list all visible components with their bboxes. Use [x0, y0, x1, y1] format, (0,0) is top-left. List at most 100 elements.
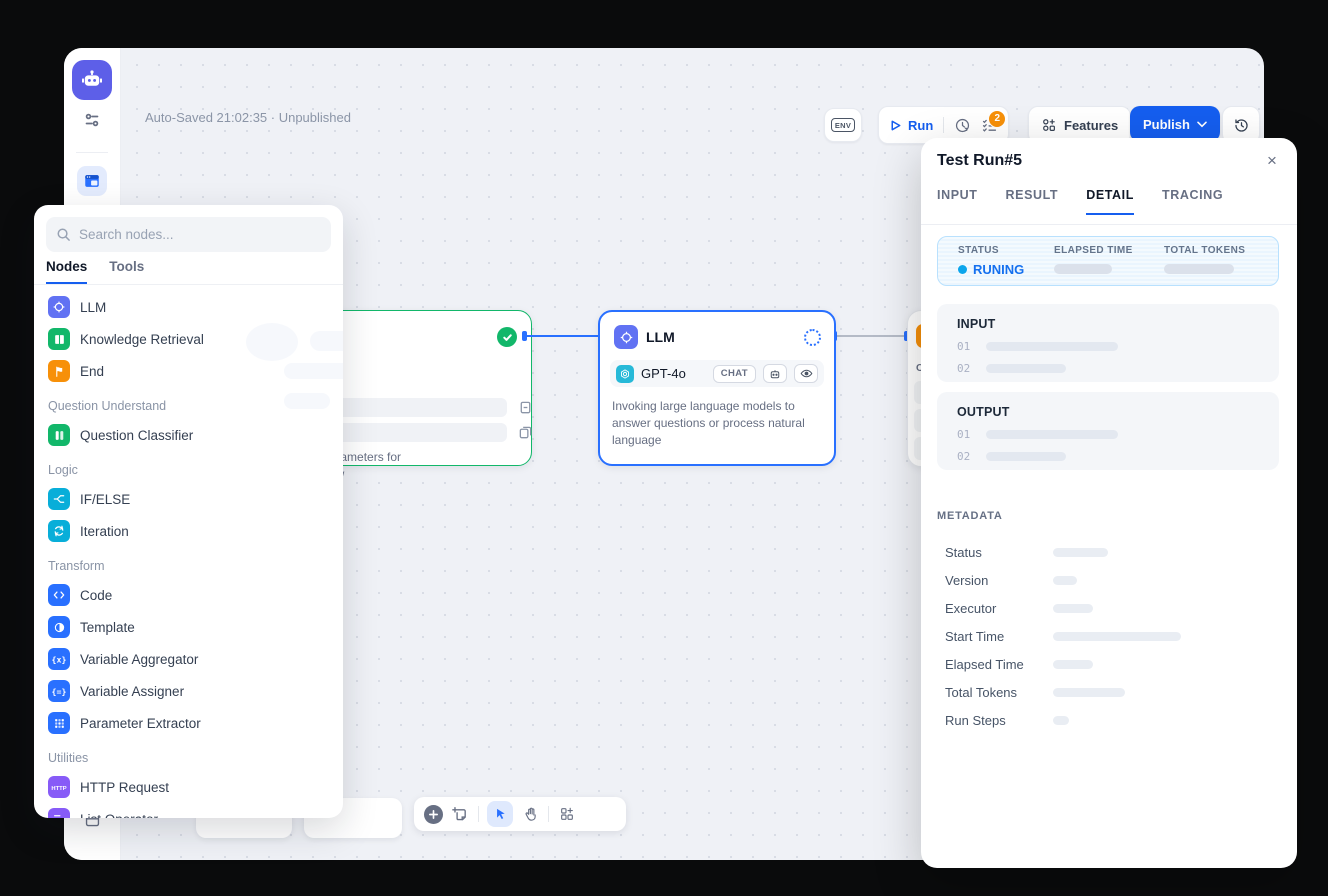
- search-input[interactable]: Search nodes...: [46, 217, 331, 252]
- node-item-label: Code: [80, 588, 112, 603]
- add-note-button[interactable]: [451, 805, 470, 824]
- run-tabs-divider: [921, 224, 1297, 225]
- node-item-list-operator[interactable]: List Operator: [46, 803, 331, 818]
- input-title: INPUT: [957, 317, 1259, 331]
- publish-button[interactable]: Publish: [1130, 106, 1220, 142]
- node-item-label: Question Classifier: [80, 428, 193, 443]
- status-label: STATUS: [958, 245, 1054, 256]
- metadata-label: Run Steps: [945, 713, 1053, 728]
- file-icon: [518, 400, 533, 415]
- features-label: Features: [1064, 118, 1118, 133]
- metadata-skeleton: [1053, 688, 1125, 697]
- tab-tools[interactable]: Tools: [109, 259, 144, 284]
- status-value: RUNING: [958, 262, 1054, 277]
- metadata-title: METADATA: [937, 510, 1003, 522]
- llm-icon: [48, 296, 70, 318]
- llm-node[interactable]: LLM GPT-4o CHAT Invoking large language …: [598, 310, 836, 466]
- braces-eq-icon: {=}: [48, 680, 70, 702]
- node-item-code[interactable]: Code: [46, 579, 331, 611]
- files-icon: [518, 425, 533, 440]
- node-item-template[interactable]: Template: [46, 611, 331, 643]
- hand-tool-button[interactable]: [521, 805, 540, 824]
- node-item-iteration[interactable]: Iteration: [46, 515, 331, 547]
- elapsed-time-skeleton: [1054, 264, 1112, 274]
- notification-badge: 2: [988, 110, 1006, 128]
- node-item-parameter-extractor[interactable]: Parameter Extractor: [46, 707, 331, 739]
- add-node-button[interactable]: [424, 805, 443, 824]
- env-button[interactable]: ENV: [824, 108, 862, 142]
- env-icon: ENV: [831, 118, 854, 132]
- braces-x-icon: {x}: [48, 648, 70, 670]
- model-name: GPT-4o: [641, 366, 706, 381]
- metadata-row: Version: [945, 566, 1273, 594]
- node-item-end[interactable]: End: [46, 355, 331, 387]
- node-item-if-else[interactable]: IF/ELSE: [46, 483, 331, 515]
- node-item-knowledge-retrieval[interactable]: Knowledge Retrieval: [46, 323, 331, 355]
- metadata-label: Status: [945, 545, 1053, 560]
- metadata-label: Elapsed Time: [945, 657, 1053, 672]
- sidebar-divider: [76, 152, 108, 153]
- edge-llm-end: [834, 335, 907, 337]
- node-item-variable-assigner[interactable]: {=}Variable Assigner: [46, 675, 331, 707]
- run-tab-detail[interactable]: DETAIL: [1086, 188, 1134, 215]
- input-card: INPUT 01 02: [937, 304, 1279, 382]
- run-panel-tabs: INPUT RESULT DETAIL TRACING: [937, 188, 1223, 215]
- node-item-question-classifier[interactable]: Question Classifier: [46, 419, 331, 451]
- chat-mode-badge: CHAT: [713, 365, 756, 383]
- node-item-http-request[interactable]: HTTPHTTP Request: [46, 771, 331, 803]
- template-icon: [48, 616, 70, 638]
- group-title: Utilities: [48, 751, 329, 765]
- workflow-tab-icon[interactable]: [77, 166, 107, 196]
- output-skeleton: [986, 452, 1066, 461]
- edge-start-llm: [524, 335, 598, 337]
- metadata-label: Executor: [945, 601, 1053, 616]
- node-item-variable-aggregator[interactable]: {x}Variable Aggregator: [46, 643, 331, 675]
- run-history-icon[interactable]: [954, 117, 971, 134]
- metadata-rows: StatusVersionExecutorStart TimeElapsed T…: [945, 538, 1273, 734]
- node-item-label: LLM: [80, 300, 106, 315]
- llm-icon: [614, 325, 638, 349]
- run-tab-result[interactable]: RESULT: [1006, 188, 1059, 215]
- run-button[interactable]: Run: [889, 118, 933, 133]
- start-input-row[interactable]: [319, 398, 507, 417]
- app-logo[interactable]: [72, 60, 112, 100]
- output-skeleton: [986, 430, 1118, 439]
- list-icon: [48, 808, 70, 818]
- node-search-panel: Search nodes... Nodes Tools LLM Knowledge …: [34, 205, 343, 818]
- run-tab-input[interactable]: INPUT: [937, 188, 978, 215]
- status-card: STATUS RUNING ELAPSED TIME TOTAL TOKENS: [937, 236, 1279, 286]
- node-item-llm[interactable]: LLM: [46, 291, 331, 323]
- group-title: Logic: [48, 463, 329, 477]
- chevron-down-icon: [1197, 121, 1207, 128]
- total-tokens-label: TOTAL TOKENS: [1164, 245, 1245, 256]
- robot-badge-icon: [763, 364, 787, 383]
- model-selector[interactable]: GPT-4o CHAT: [610, 360, 824, 387]
- test-run-panel: Test Run#5 × INPUTRESULTDETAILTRACING ST…: [921, 138, 1297, 868]
- metadata-row: Run Steps: [945, 706, 1273, 734]
- node-list: LLMKnowledge RetrievalEndQuestion Unders…: [34, 287, 343, 818]
- history-icon: [1233, 117, 1250, 134]
- organize-nodes-button[interactable]: [557, 805, 576, 824]
- metadata-skeleton: [1053, 716, 1069, 725]
- metadata-skeleton: [1053, 604, 1093, 613]
- running-spinner-icon: [804, 329, 821, 346]
- openai-icon: [616, 365, 634, 383]
- node-item-label: Knowledge Retrieval: [80, 332, 204, 347]
- node-item-label: Template: [80, 620, 135, 635]
- run-tab-tracing[interactable]: TRACING: [1162, 188, 1223, 215]
- close-icon[interactable]: ×: [1259, 148, 1285, 174]
- node-item-label: HTTP Request: [80, 780, 169, 795]
- llm-node-title: LLM: [646, 329, 675, 345]
- metadata-skeleton: [1053, 632, 1181, 641]
- start-input-row[interactable]: [319, 423, 507, 442]
- metadata-skeleton: [1053, 660, 1093, 669]
- sliders-icon[interactable]: [82, 110, 102, 130]
- autosave-status: Auto-Saved 21:02:35 · Unpublished: [145, 110, 351, 125]
- checklist-icon[interactable]: 2: [981, 117, 998, 134]
- tab-nodes[interactable]: Nodes: [46, 259, 87, 284]
- flag-icon: [48, 360, 70, 382]
- elapsed-time-label: ELAPSED TIME: [1054, 245, 1164, 256]
- search-icon: [56, 227, 71, 242]
- node-item-label: Iteration: [80, 524, 129, 539]
- pointer-tool-button[interactable]: [487, 801, 513, 827]
